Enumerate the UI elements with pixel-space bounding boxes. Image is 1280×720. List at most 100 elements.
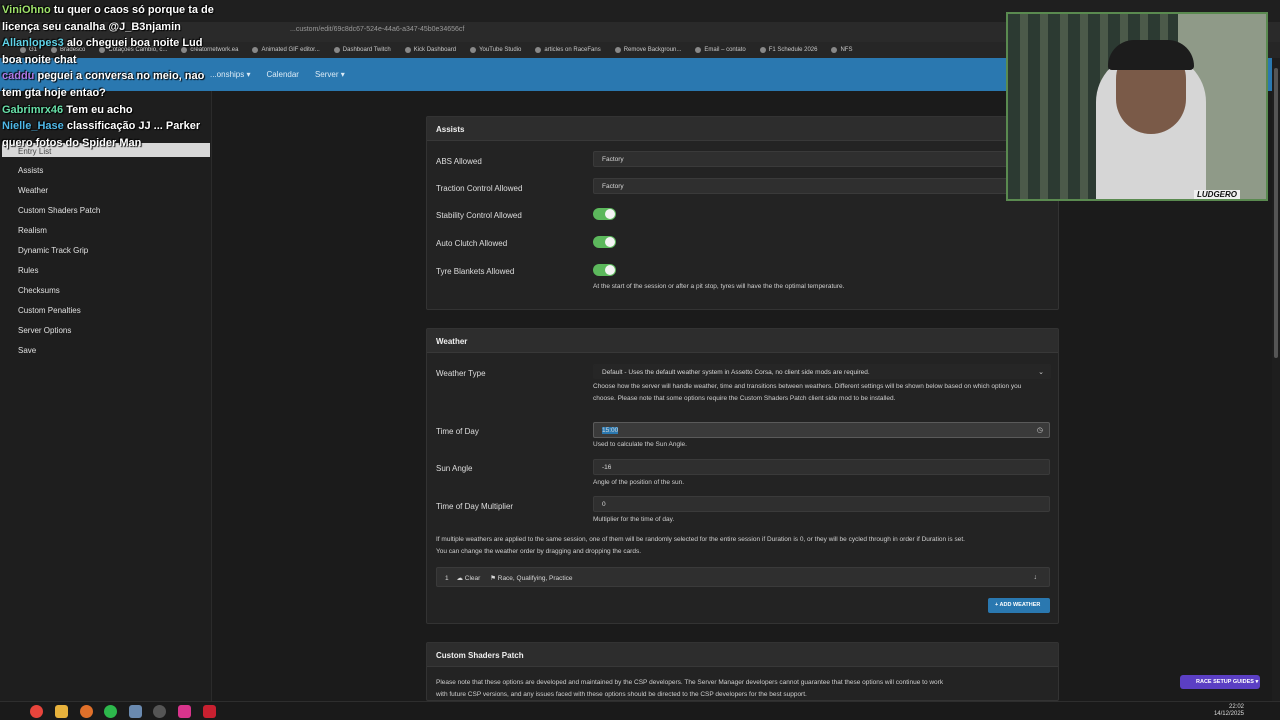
bookmark-item[interactable]: articles on RaceFans bbox=[535, 47, 601, 53]
app-icon[interactable] bbox=[129, 705, 142, 718]
bookmark-icon bbox=[470, 47, 477, 53]
sidebar-item-rules[interactable]: Rules bbox=[18, 266, 38, 275]
chat-username: Allanlopes3 bbox=[2, 37, 64, 50]
sun-angle-input[interactable]: -16 bbox=[593, 459, 1050, 475]
add-weather-button[interactable]: + ADD WEATHER bbox=[988, 598, 1050, 613]
bookmark-item[interactable]: Animated GIF editor... bbox=[252, 47, 320, 53]
nav-calendar[interactable]: Calendar bbox=[266, 70, 298, 79]
race-setup-guides-button[interactable]: RACE SETUP GUIDES ▾ bbox=[1180, 675, 1260, 689]
weather-row-name: Clear bbox=[464, 575, 481, 582]
weather-title: Weather bbox=[427, 329, 1058, 353]
race-setup-guides-label: RACE SETUP GUIDES ▾ bbox=[1196, 679, 1259, 685]
flag-icon: ⚑ bbox=[490, 575, 496, 582]
tyre-toggle[interactable] bbox=[593, 264, 616, 276]
chat-message: Allanlopes3 alo cheguei boa noite Lud bo… bbox=[2, 35, 217, 68]
tod-label: Time of Day bbox=[436, 427, 479, 436]
tc-select[interactable]: Factory bbox=[593, 178, 1053, 194]
abs-value: Factory bbox=[602, 156, 624, 163]
nav-server[interactable]: Server ▾ bbox=[315, 70, 345, 79]
chat-username: Nielle_Hase bbox=[2, 120, 64, 133]
chat-message: ViniOhno tu quer o caos só porque ta de … bbox=[2, 2, 217, 35]
tod-multiplier-input[interactable]: 0 bbox=[593, 496, 1050, 512]
chat-text: Tem eu acho bbox=[66, 103, 133, 116]
toggle-knob bbox=[605, 237, 615, 247]
weather-type-help-1: Choose how the server will handle weathe… bbox=[593, 383, 1022, 390]
page-scrollbar[interactable] bbox=[1272, 58, 1280, 701]
weather-type-select[interactable]: Default - Uses the default weather syste… bbox=[593, 364, 1051, 379]
autoclutch-toggle[interactable] bbox=[593, 236, 616, 248]
chrome-icon[interactable] bbox=[30, 705, 43, 718]
cloud-sun-icon: ☁ bbox=[456, 575, 463, 582]
tyre-help: At the start of the session or after a p… bbox=[593, 283, 845, 290]
sidebar-item-csp[interactable]: Custom Shaders Patch bbox=[18, 206, 100, 215]
weather-row-card[interactable]: 1 ☁ Clear ⚑ Race, Qualifying, Practice ↓ bbox=[436, 567, 1050, 587]
stability-toggle[interactable] bbox=[593, 208, 616, 220]
sidebar-item-assists[interactable]: Assists bbox=[18, 166, 43, 175]
webcam-overlay: LUDGERO bbox=[1006, 12, 1268, 201]
stability-label: Stability Control Allowed bbox=[436, 211, 522, 220]
bookmark-item[interactable]: NFS bbox=[831, 47, 852, 53]
sidebar-item-save[interactable]: Save bbox=[18, 346, 36, 355]
csp-card: Custom Shaders Patch Please note that th… bbox=[426, 642, 1059, 701]
abs-select[interactable]: Factory bbox=[593, 151, 1053, 167]
streamer-cap bbox=[1108, 40, 1194, 70]
weather-info-1: If multiple weathers are applied to the … bbox=[436, 536, 965, 543]
weather-type-label: Weather Type bbox=[436, 369, 486, 378]
sidebar-item-penalties[interactable]: Custom Penalties bbox=[18, 306, 81, 315]
folder-icon[interactable] bbox=[55, 705, 68, 718]
sidebar-item-server-options[interactable]: Server Options bbox=[18, 326, 71, 335]
bookmark-icon bbox=[333, 47, 340, 53]
url-text[interactable]: ...custom/edit/69c8dc67-524e-44a6-a347-4… bbox=[290, 26, 464, 33]
tod-multiplier-label: Time of Day Multiplier bbox=[436, 502, 514, 511]
bookmark-icon bbox=[759, 47, 766, 53]
sidebar-item-checksums[interactable]: Checksums bbox=[18, 286, 60, 295]
weather-card: Weather Weather Type Default - Uses the … bbox=[426, 328, 1059, 624]
bookmark-icon bbox=[614, 47, 621, 53]
sun-angle-label: Sun Angle bbox=[436, 464, 473, 473]
csp-title: Custom Shaders Patch bbox=[427, 643, 1058, 667]
clock-icon: ◷ bbox=[1036, 427, 1043, 434]
taskbar-clock[interactable]: 22:02 14/12/2025 bbox=[1214, 704, 1244, 718]
webcam-logo: LUDGERO bbox=[1194, 190, 1240, 199]
plus-icon: + bbox=[995, 602, 999, 608]
app-icon[interactable] bbox=[153, 705, 166, 718]
stream-chat-overlay: ViniOhno tu quer o caos só porque ta de … bbox=[2, 2, 217, 151]
chevron-down-icon: ⌄ bbox=[1038, 369, 1044, 376]
abs-label: ABS Allowed bbox=[436, 157, 482, 166]
tod-value: 15:00 bbox=[602, 427, 619, 434]
drag-icon: ↓ bbox=[1033, 574, 1038, 581]
bookmark-item[interactable]: F1 Schedule 2026 bbox=[759, 47, 817, 53]
sidebar-item-weather[interactable]: Weather bbox=[18, 186, 48, 195]
chat-message: Gabrimrx46 Tem eu acho bbox=[2, 102, 217, 119]
tod-input[interactable]: 15:00 ◷ bbox=[593, 422, 1050, 438]
bookmark-icon bbox=[404, 47, 411, 53]
weather-row-index: 1 bbox=[445, 575, 449, 582]
app-icon[interactable] bbox=[178, 705, 191, 718]
tod-multiplier-value: 0 bbox=[602, 501, 606, 508]
sun-angle-value: -16 bbox=[602, 464, 612, 471]
chat-username: Gabrimrx46 bbox=[2, 103, 64, 116]
weather-row-sessions: Race, Qualifying, Practice bbox=[497, 575, 573, 582]
bookmark-item[interactable]: YouTube Studio bbox=[470, 47, 521, 53]
clock-date: 14/12/2025 bbox=[1213, 711, 1244, 717]
tod-help: Used to calculate the Sun Angle. bbox=[593, 441, 687, 448]
chat-message: Nielle_Hase classificação JJ ... Parker … bbox=[2, 118, 217, 151]
toggle-knob bbox=[605, 265, 615, 275]
tc-label: Traction Control Allowed bbox=[436, 184, 523, 193]
whatsapp-icon[interactable] bbox=[104, 705, 117, 718]
sidebar-item-realism[interactable]: Realism bbox=[18, 226, 47, 235]
bookmark-item[interactable]: Dashboard Twitch bbox=[333, 47, 391, 53]
assetto-corsa-icon[interactable] bbox=[203, 705, 216, 718]
bookmark-item[interactable]: Kick Dashboard bbox=[404, 47, 456, 53]
sidebar-item-track-grip[interactable]: Dynamic Track Grip bbox=[18, 246, 88, 255]
bookmark-item[interactable]: Email – contato bbox=[695, 47, 746, 53]
sidebar: Entry List Assists Weather Custom Shader… bbox=[0, 91, 212, 701]
scrollbar-thumb[interactable] bbox=[1274, 68, 1278, 358]
bookmark-icon bbox=[831, 47, 838, 53]
csp-help-1: Please note that these options are devel… bbox=[436, 679, 944, 686]
autoclutch-label: Auto Clutch Allowed bbox=[436, 239, 508, 248]
bookmark-item[interactable]: Remove Backgroun... bbox=[614, 47, 681, 53]
os-taskbar: 22:02 14/12/2025 bbox=[0, 701, 1280, 720]
app-icon[interactable] bbox=[80, 705, 93, 718]
toggle-knob bbox=[605, 209, 615, 219]
